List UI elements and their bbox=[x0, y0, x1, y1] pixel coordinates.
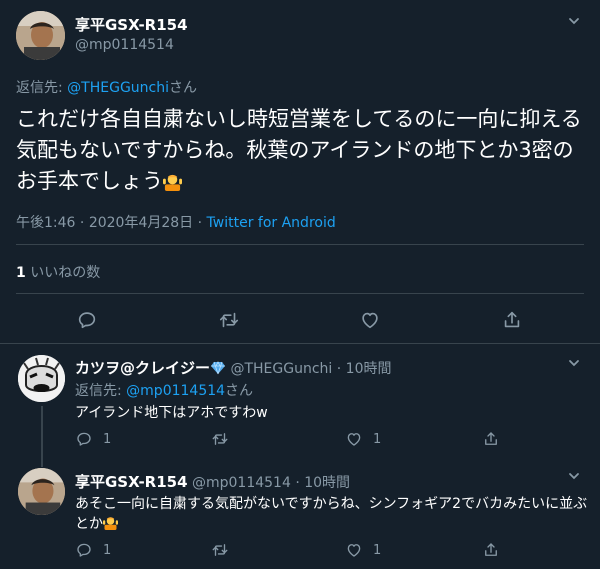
retweet-icon[interactable] bbox=[218, 309, 240, 331]
tweet-source[interactable]: Twitter for Android bbox=[207, 215, 336, 231]
reply-to-suffix: さん bbox=[225, 383, 254, 399]
avatar[interactable] bbox=[16, 11, 65, 60]
reply-action[interactable]: 1 bbox=[75, 541, 111, 559]
reply-time[interactable]: 10時間 bbox=[304, 475, 350, 491]
reply-text: アイランド地下はアホですわw bbox=[75, 405, 268, 421]
retweet-action[interactable] bbox=[211, 430, 239, 448]
shrug-emoji bbox=[103, 515, 118, 530]
divider bbox=[16, 244, 584, 245]
display-name[interactable]: カツヲ@クレイジー bbox=[75, 359, 210, 377]
like-action[interactable]: 1 bbox=[345, 541, 381, 559]
reply-action[interactable]: 1 bbox=[75, 430, 111, 448]
reply-to-handle[interactable]: @THEGGunchi bbox=[67, 80, 169, 96]
reply-header: 享平GSX-R154 @mp0114514 · 10時間 bbox=[75, 471, 350, 492]
chevron-down-icon[interactable] bbox=[567, 356, 581, 374]
reply-icon[interactable] bbox=[76, 309, 98, 331]
avatar[interactable] bbox=[18, 355, 65, 402]
tweet-time[interactable]: 午後1:46 bbox=[16, 215, 75, 231]
share-action[interactable] bbox=[482, 430, 500, 448]
meta-dot: · bbox=[295, 475, 300, 491]
reply-text: あそこ一向に自粛する気配がないですからね、シンフォギア2でバカみたいに並ぶとか bbox=[75, 494, 595, 534]
share-action[interactable] bbox=[482, 541, 500, 559]
tweet-date[interactable]: 2020年4月28日 bbox=[89, 215, 193, 231]
divider bbox=[0, 343, 600, 344]
chevron-down-icon[interactable] bbox=[567, 14, 581, 32]
user-handle[interactable]: @mp0114514 bbox=[75, 37, 174, 53]
divider bbox=[16, 293, 584, 294]
like-count: 1 bbox=[373, 431, 382, 447]
share-icon[interactable] bbox=[482, 430, 500, 448]
display-name[interactable]: 享平GSX-R154 bbox=[75, 473, 188, 491]
display-name[interactable]: 享平GSX-R154 bbox=[75, 14, 188, 35]
like-count: 1 bbox=[373, 542, 382, 558]
thread-line bbox=[41, 456, 43, 467]
share-icon[interactable] bbox=[482, 541, 500, 559]
user-handle[interactable]: @THEGGunchi bbox=[230, 361, 332, 377]
tweet-text: これだけ各自自粛ないし時短営業をしてるのに一向に抑える気配もないですからね。秋葉… bbox=[16, 104, 586, 197]
reply-to-handle[interactable]: @mp0114514 bbox=[126, 383, 225, 399]
reply-to-suffix: さん bbox=[169, 80, 197, 96]
reply-count: 1 bbox=[103, 431, 112, 447]
likes-stat[interactable]: 1 いいねの数 bbox=[16, 262, 100, 282]
like-action[interactable]: 1 bbox=[345, 430, 381, 448]
chevron-down-icon[interactable] bbox=[567, 469, 581, 487]
reply-time[interactable]: 10時間 bbox=[346, 361, 392, 377]
tweet-text-body: これだけ各自自粛ないし時短営業をしてるのに一向に抑える気配もないですからね。秋葉… bbox=[16, 107, 582, 193]
avatar[interactable] bbox=[18, 468, 65, 515]
reply-to-prefix: 返信先: bbox=[75, 383, 127, 399]
diamond-emoji bbox=[211, 361, 226, 375]
user-handle[interactable]: @mp0114514 bbox=[192, 475, 291, 491]
retweet-icon[interactable] bbox=[211, 541, 229, 559]
likes-label: いいねの数 bbox=[30, 265, 101, 281]
reply-to-prefix: 返信先: bbox=[16, 80, 68, 96]
retweet-icon[interactable] bbox=[211, 430, 229, 448]
reply-to: 返信先: @THEGGunchiさん bbox=[16, 77, 197, 97]
user-photo-icon bbox=[16, 11, 65, 60]
user-photo-icon bbox=[18, 468, 65, 515]
tweet-meta: 午後1:46 · 2020年4月28日 · Twitter for Androi… bbox=[16, 212, 336, 232]
thread-line bbox=[41, 406, 43, 456]
like-icon[interactable] bbox=[359, 309, 381, 331]
manga-face-icon bbox=[18, 355, 65, 402]
meta-dot: · bbox=[336, 361, 342, 377]
reply-text-body: あそこ一向に自粛する気配がないですからね、シンフォギア2でバカみたいに並ぶとか bbox=[75, 496, 588, 532]
share-icon[interactable] bbox=[501, 309, 523, 331]
reply-to: 返信先: @mp0114514さん bbox=[75, 380, 253, 400]
reply-icon[interactable] bbox=[75, 430, 93, 448]
shrug-emoji bbox=[163, 172, 182, 191]
reply-header: カツヲ@クレイジー @THEGGunchi · 10時間 bbox=[75, 357, 391, 378]
like-icon[interactable] bbox=[345, 430, 363, 448]
meta-dot: · bbox=[197, 215, 203, 231]
retweet-action[interactable] bbox=[211, 541, 239, 559]
reply-count: 1 bbox=[103, 542, 112, 558]
like-icon[interactable] bbox=[345, 541, 363, 559]
meta-dot: · bbox=[79, 215, 85, 231]
likes-count: 1 bbox=[16, 265, 26, 281]
reply-icon[interactable] bbox=[75, 541, 93, 559]
